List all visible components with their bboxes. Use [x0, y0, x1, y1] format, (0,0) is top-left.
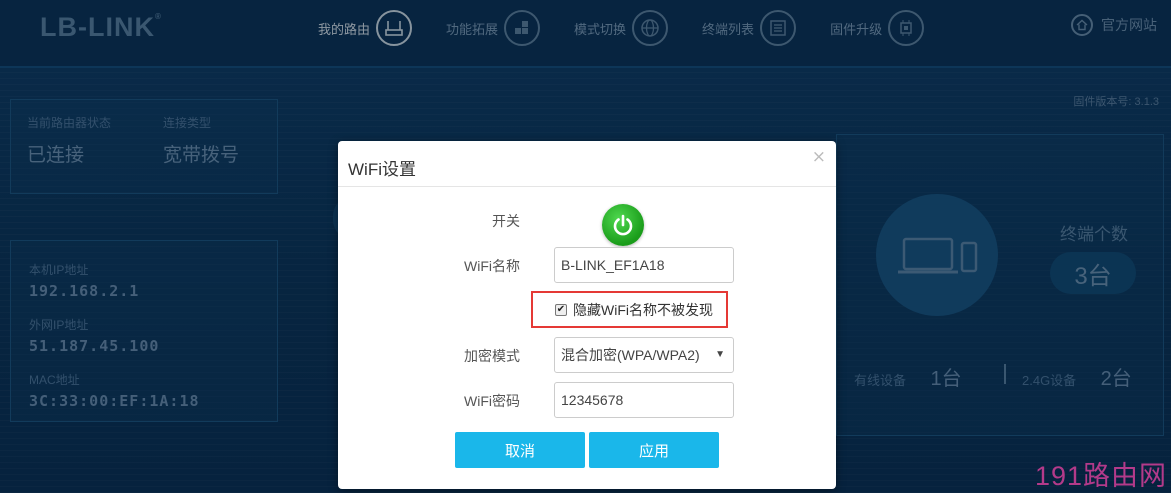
encryption-select[interactable]: 混合加密(WPA/WPA2) ▼ — [554, 337, 734, 373]
dialog-divider — [338, 186, 836, 187]
chevron-down-icon: ▼ — [715, 349, 725, 360]
hide-ssid-label: 隐藏WiFi名称不被发现 — [573, 301, 713, 318]
watermark-text: 191路由网 — [1034, 461, 1167, 491]
hide-ssid-option[interactable]: ✔ 隐藏WiFi名称不被发现 — [531, 291, 728, 328]
switch-label: 开关 — [492, 213, 520, 229]
password-label: WiFi密码 — [464, 393, 520, 409]
ssid-input[interactable]: B-LINK_EF1A18 — [554, 247, 734, 283]
wifi-settings-dialog: WiFi设置 × 开关 WiFi名称 B-LINK_EF1A18 ✔ 隐藏WiF… — [338, 141, 836, 489]
password-input[interactable]: 12345678 — [554, 382, 734, 418]
close-icon[interactable]: × — [812, 147, 826, 167]
apply-button[interactable]: 应用 — [589, 432, 719, 468]
wifi-power-toggle[interactable] — [602, 204, 644, 246]
power-icon — [613, 214, 633, 236]
ssid-label: WiFi名称 — [464, 258, 520, 274]
hide-ssid-checkbox[interactable]: ✔ — [555, 303, 567, 316]
cancel-button[interactable]: 取消 — [455, 432, 585, 468]
dialog-title: WiFi设置 — [348, 160, 416, 179]
encryption-select-value: 混合加密(WPA/WPA2) — [561, 347, 700, 363]
encryption-label: 加密模式 — [464, 348, 520, 364]
